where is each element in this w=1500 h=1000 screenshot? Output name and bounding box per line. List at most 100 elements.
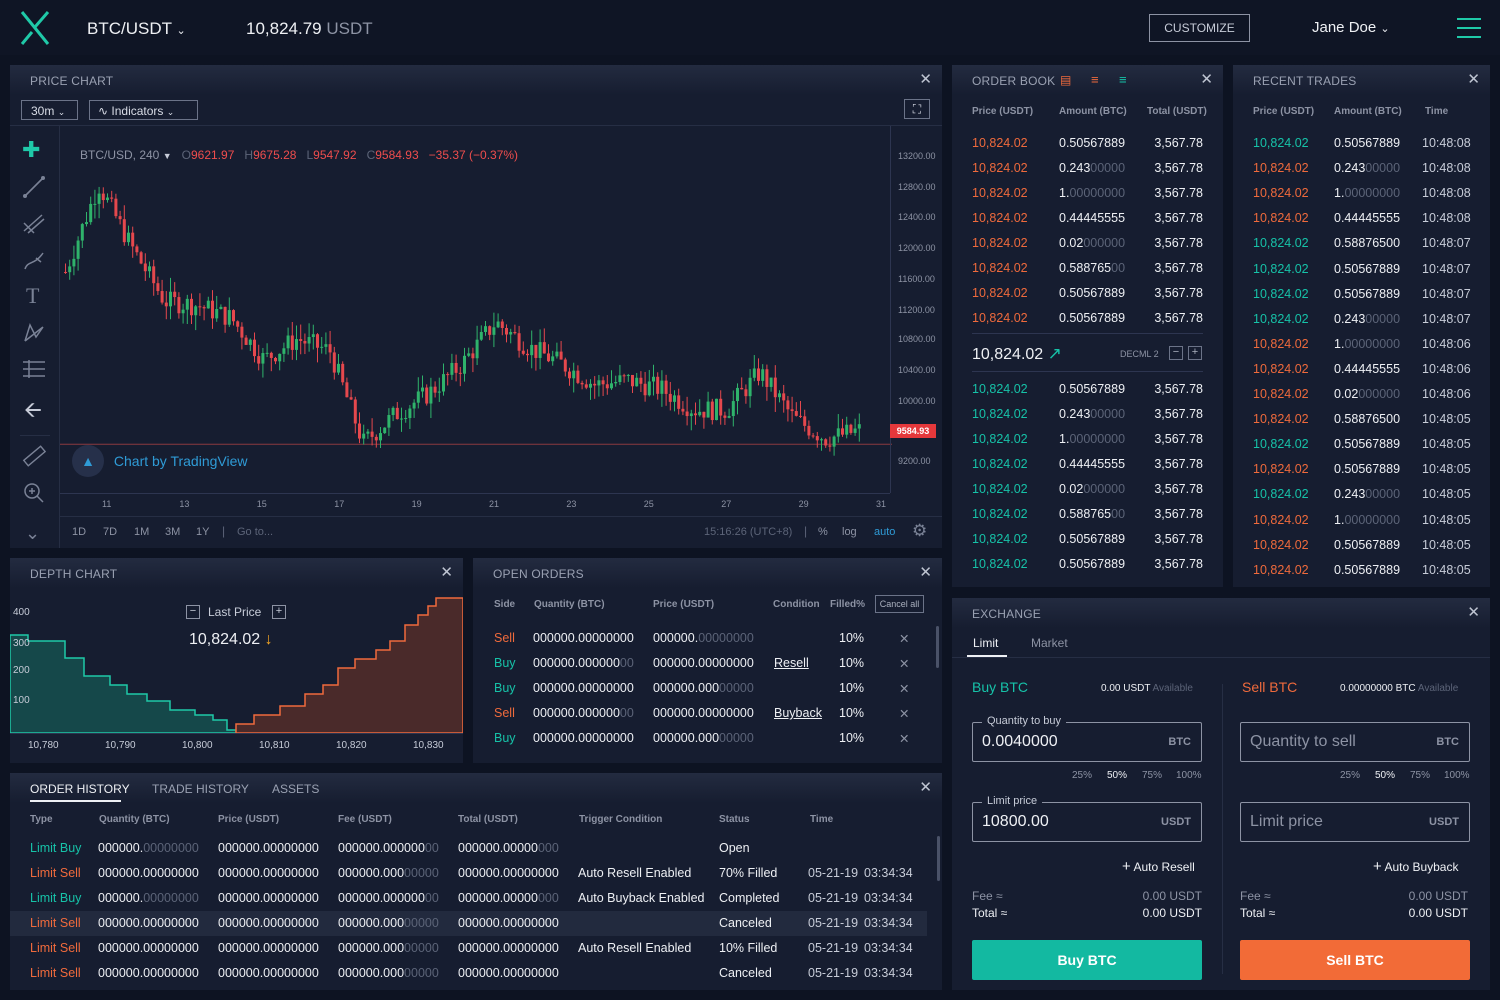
brush-icon[interactable] [22, 248, 46, 272]
pct-3-button[interactable]: 100% [1176, 770, 1202, 781]
candle-body [820, 439, 823, 441]
scrollbar[interactable] [937, 836, 940, 881]
candle-body [206, 300, 210, 309]
minus-icon[interactable]: − [1169, 346, 1183, 360]
fib-icon[interactable] [22, 211, 46, 235]
logo-icon[interactable] [18, 10, 52, 46]
close-icon[interactable]: ✕ [1467, 605, 1480, 620]
candle-body [694, 413, 697, 416]
interval-select[interactable]: 30m ⌄ [21, 100, 78, 120]
close-icon[interactable]: ✕ [1200, 72, 1213, 87]
chart-watermark[interactable]: ▲ Chart by TradingView [72, 445, 247, 477]
history-row[interactable]: Limit Buy 000000.00000000 000000.0000000… [10, 886, 927, 911]
candle-body [769, 377, 773, 387]
close-icon[interactable]: ✕ [919, 72, 932, 87]
range-1Y[interactable]: 1Y [196, 526, 209, 538]
candle-body [358, 423, 361, 439]
text-tool-icon[interactable]: T [26, 283, 39, 309]
auto-toggle[interactable]: auto [874, 526, 895, 538]
pattern-icon[interactable] [22, 321, 46, 345]
book-bids-icon[interactable]: ≡ [1119, 72, 1127, 87]
cancel-order-icon[interactable]: ✕ [899, 681, 909, 696]
date-tick: 29 [798, 499, 809, 509]
tab-market[interactable]: Market [1031, 636, 1068, 650]
history-row[interactable]: Limit Sell 000000.00000000 000000.000000… [10, 936, 927, 961]
book-both-icon[interactable]: ▤ [1060, 73, 1071, 87]
history-tab[interactable]: ASSETS [272, 782, 319, 796]
history-row[interactable]: Limit Sell 000000.00000000 000000.000000… [10, 961, 927, 986]
candle-body [547, 353, 550, 362]
price-tick: 11600.00 [898, 274, 935, 284]
pct-1-button[interactable]: 50% [1375, 770, 1395, 781]
auto-resell-button[interactable]: + Auto Resell [1122, 858, 1195, 875]
log-toggle[interactable]: log [842, 526, 857, 538]
plus-icon[interactable]: + [1188, 346, 1202, 360]
pair-selector[interactable]: BTC/USDT ⌄ [87, 19, 186, 39]
candle-body [681, 408, 685, 412]
goto-link[interactable]: Go to... [237, 526, 273, 538]
cancel-order-icon[interactable]: ✕ [899, 656, 909, 671]
range-1M[interactable]: 1M [134, 526, 149, 538]
price-chart-panel: PRICE CHART ✕ 30m ⌄ ∿ Indicators ⌄ ⛶ ✚ T… [10, 65, 942, 548]
price-tick: 9200.00 [898, 456, 931, 466]
history-tab[interactable]: TRADE HISTORY [152, 782, 249, 796]
zoom-in-icon[interactable] [22, 481, 46, 505]
pct-2-button[interactable]: 75% [1142, 770, 1162, 781]
history-row[interactable]: Limit Sell 000000.00000000 000000.000000… [10, 861, 927, 886]
range-7D[interactable]: 7D [103, 526, 117, 538]
buy-limit-price-field[interactable]: Limit price 10800.00 USDT [972, 795, 1202, 842]
crosshair-icon[interactable]: ✚ [22, 137, 40, 163]
cancel-all-button[interactable]: Cancel all [875, 595, 924, 613]
date-tick: 15 [256, 499, 267, 509]
percent-toggle[interactable]: % [818, 526, 828, 538]
auto-buyback-button[interactable]: + Auto Buyback [1373, 858, 1458, 875]
sell-btc-button[interactable]: Sell BTC [1240, 940, 1470, 980]
close-icon[interactable]: ✕ [919, 565, 932, 580]
user-menu[interactable]: Jane Doe ⌄ [1312, 19, 1390, 36]
tab-limit[interactable]: Limit [973, 636, 998, 650]
candle-body [652, 376, 655, 382]
cancel-order-icon[interactable]: ✕ [899, 631, 909, 646]
history-row[interactable]: Limit Buy 000000.00000000 000000.0000000… [10, 836, 927, 861]
field-label: Quantity to buy [982, 715, 1066, 727]
close-icon[interactable]: ✕ [919, 780, 932, 795]
condition-link[interactable]: Resell [774, 656, 809, 670]
condition-link[interactable]: Buyback [774, 706, 822, 720]
range-3M[interactable]: 3M [165, 526, 180, 538]
candle-body [597, 380, 601, 386]
chevron-down-icon[interactable]: ⌄ [25, 523, 40, 544]
sell-limit-price-field[interactable]: Limit price USDT [1240, 802, 1470, 842]
indicators-button[interactable]: ∿ Indicators ⌄ [89, 100, 198, 120]
quantity-to-buy-field[interactable]: Quantity to buy 0.0040000 BTC [972, 715, 1202, 762]
scrollbar[interactable] [936, 626, 939, 668]
measure-lines-icon[interactable] [21, 357, 47, 381]
candle-body [383, 427, 387, 434]
customize-button[interactable]: CUSTOMIZE [1149, 14, 1250, 42]
zoom-in-icon[interactable]: + [272, 605, 286, 619]
pct-1-button[interactable]: 50% [1107, 770, 1127, 781]
candlestick-chart[interactable] [60, 126, 892, 493]
zoom-out-icon[interactable]: − [186, 605, 200, 619]
cancel-order-icon[interactable]: ✕ [899, 706, 909, 721]
close-icon[interactable]: ✕ [1467, 72, 1480, 87]
hamburger-menu-icon[interactable] [1457, 16, 1481, 38]
pct-2-button[interactable]: 75% [1410, 770, 1430, 781]
pct-0-button[interactable]: 25% [1340, 770, 1360, 781]
history-row[interactable]: Limit Sell 000000.00000000 000000.000000… [10, 911, 927, 936]
cancel-order-icon[interactable]: ✕ [899, 731, 909, 746]
pct-3-button[interactable]: 100% [1444, 770, 1470, 781]
candle-body [568, 371, 571, 379]
quantity-to-sell-field[interactable]: Quantity to sell BTC [1240, 722, 1470, 762]
close-icon[interactable]: ✕ [440, 565, 453, 580]
back-arrow-icon[interactable]: 🡨 [24, 393, 42, 431]
trend-line-icon[interactable] [22, 175, 46, 199]
pct-0-button[interactable]: 25% [1072, 770, 1092, 781]
ruler-icon[interactable] [22, 445, 46, 469]
range-1D[interactable]: 1D [72, 526, 86, 538]
book-asks-icon[interactable]: ≡ [1091, 72, 1099, 87]
fullscreen-icon[interactable]: ⛶ [904, 99, 930, 119]
buy-btc-button[interactable]: Buy BTC [972, 940, 1202, 980]
settings-gear-icon[interactable]: ⚙ [912, 521, 927, 541]
total-label: Total ≈ [1240, 906, 1276, 920]
history-tab[interactable]: ORDER HISTORY [30, 782, 130, 796]
